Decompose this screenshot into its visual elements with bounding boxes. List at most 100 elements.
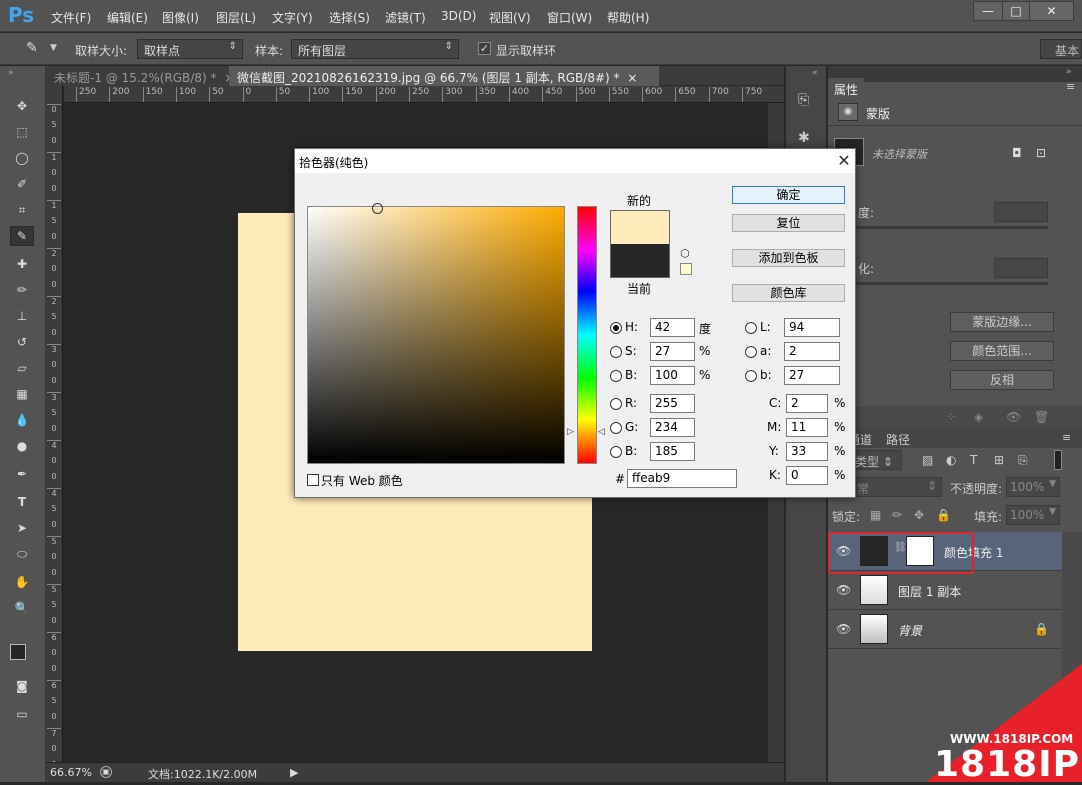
- hue-slider[interactable]: [577, 206, 597, 464]
- color-range-button[interactable]: 颜色范围...: [950, 341, 1054, 361]
- layer-row-copy[interactable]: 👁 图层 1 副本: [828, 571, 1062, 610]
- mask-edge-button[interactable]: 蒙版边缘...: [950, 312, 1054, 332]
- add-to-swatches-button[interactable]: 添加到色板: [732, 249, 845, 267]
- tab-paths[interactable]: 路径: [880, 428, 916, 448]
- history-panel-icon[interactable]: ⎘: [798, 92, 809, 108]
- type-tool-icon[interactable]: T: [10, 492, 34, 512]
- fill-field[interactable]: 100% ▼: [1006, 505, 1060, 525]
- blue-input[interactable]: 185: [650, 442, 695, 461]
- quick-mask-icon[interactable]: ◙: [10, 676, 34, 696]
- menu-image[interactable]: 图像(I): [162, 9, 199, 26]
- apply-mask-icon[interactable]: ◈: [974, 410, 983, 424]
- blur-tool-icon[interactable]: 💧: [10, 410, 34, 430]
- layer-row-background[interactable]: 👁 背景 🔒: [828, 610, 1062, 649]
- invert-button[interactable]: 反相: [950, 370, 1054, 390]
- zoom-tool-icon[interactable]: 🔍: [10, 598, 34, 618]
- current-color-swatch[interactable]: [610, 244, 670, 278]
- feather-field[interactable]: [994, 258, 1048, 278]
- clone-stamp-tool-icon[interactable]: ⊥: [10, 306, 34, 326]
- l-input[interactable]: 94: [784, 318, 840, 337]
- tab-properties[interactable]: 属性: [828, 78, 865, 98]
- g-input[interactable]: 234: [650, 418, 695, 437]
- chevron-down-icon[interactable]: ▼: [50, 43, 57, 53]
- reset-button[interactable]: 复位: [732, 214, 845, 232]
- menu-window[interactable]: 窗口(W): [547, 9, 592, 26]
- status-menu-arrow-icon[interactable]: ▶: [290, 766, 298, 779]
- close-button[interactable]: ✕: [1029, 1, 1074, 21]
- hue-slider-left-arrow-icon[interactable]: ▷: [567, 427, 574, 437]
- layer-filter-select[interactable]: 类型 ⇕: [852, 450, 902, 470]
- web-colors-only-checkbox[interactable]: [307, 474, 319, 486]
- menu-type[interactable]: 文字(Y): [272, 9, 313, 26]
- eyedropper-icon[interactable]: ✎: [26, 40, 38, 56]
- lasso-tool-icon[interactable]: ◯: [10, 148, 34, 168]
- hex-input[interactable]: ffeab9: [627, 469, 737, 488]
- radio-g[interactable]: [610, 422, 622, 434]
- lab-b-input[interactable]: 27: [784, 366, 840, 385]
- h-input[interactable]: 42: [650, 318, 695, 337]
- show-ring-checkbox[interactable]: ✓: [478, 42, 491, 55]
- s-input[interactable]: 27: [650, 342, 695, 361]
- eyedropper-tool-icon[interactable]: ✎: [10, 226, 34, 246]
- menu-layer[interactable]: 图层(L): [216, 9, 256, 26]
- collapse-icon[interactable]: »: [8, 68, 14, 78]
- quick-select-tool-icon[interactable]: ✐: [10, 174, 34, 194]
- pen-tool-icon[interactable]: ✒: [10, 464, 34, 484]
- tab-wechat-screenshot[interactable]: 微信截图_20210826162319.jpg @ 66.7% (图层 1 副本…: [229, 66, 659, 86]
- menu-select[interactable]: 选择(S): [329, 9, 370, 26]
- layer-row-color-fill[interactable]: 👁 ⛓ 颜色填充 1: [828, 532, 1062, 574]
- panel-menu-icon[interactable]: ≡: [1066, 80, 1075, 93]
- workspace-switcher[interactable]: 基本: [1040, 39, 1082, 59]
- menu-help[interactable]: 帮助(H): [607, 9, 649, 26]
- hand-tool-icon[interactable]: ✋: [10, 572, 34, 592]
- screen-mode-icon[interactable]: ▭: [10, 704, 34, 724]
- radio-a[interactable]: [745, 346, 757, 358]
- radio-lab-b[interactable]: [745, 370, 757, 382]
- vector-mask-icon[interactable]: ⊡: [1036, 146, 1046, 160]
- eraser-tool-icon[interactable]: ▱: [10, 358, 34, 378]
- crop-tool-icon[interactable]: ⌗: [10, 200, 34, 220]
- menu-edit[interactable]: 编辑(E): [107, 9, 148, 26]
- zoom-level[interactable]: 66.67%: [50, 766, 92, 779]
- sample-size-select[interactable]: 取样点 ⇕: [137, 39, 243, 59]
- a-input[interactable]: 2: [784, 342, 840, 361]
- info-icon[interactable]: ▣: [100, 766, 112, 778]
- b-input[interactable]: 100: [650, 366, 695, 385]
- gradient-tool-icon[interactable]: ▦: [10, 384, 34, 404]
- lock-transparent-icon[interactable]: ▦: [870, 508, 881, 522]
- menu-view[interactable]: 视图(V): [489, 9, 531, 26]
- radio-s[interactable]: [610, 346, 622, 358]
- move-tool-icon[interactable]: ✥: [10, 96, 34, 116]
- r-input[interactable]: 255: [650, 394, 695, 413]
- menu-file[interactable]: 文件(F): [51, 9, 91, 26]
- tab-close-icon[interactable]: ×: [627, 71, 637, 85]
- healing-brush-tool-icon[interactable]: ✚: [10, 254, 34, 274]
- color-cursor-icon[interactable]: [372, 203, 383, 214]
- menu-filter[interactable]: 滤镜(T): [385, 9, 426, 26]
- tab-untitled-1[interactable]: 未标题-1 @ 15.2%(RGB/8) * ×: [46, 66, 234, 86]
- dodge-tool-icon[interactable]: ●: [10, 436, 34, 456]
- visibility-eye-icon[interactable]: 👁: [836, 622, 851, 636]
- marquee-tool-icon[interactable]: ⬚: [10, 122, 34, 142]
- filter-type-icon[interactable]: T: [970, 453, 977, 467]
- filter-pixel-icon[interactable]: ▨: [922, 453, 933, 467]
- collapse-icon[interactable]: «: [812, 68, 818, 78]
- out-of-gamut-cube-icon[interactable]: ⬡: [680, 247, 690, 260]
- visibility-icon[interactable]: 👁: [1006, 410, 1021, 424]
- radio-h[interactable]: [610, 322, 622, 334]
- saturation-brightness-field[interactable]: [307, 203, 565, 464]
- radio-blue[interactable]: [610, 446, 622, 458]
- restore-button[interactable]: □: [1002, 1, 1030, 21]
- ok-button[interactable]: 确定: [732, 186, 845, 204]
- radio-l[interactable]: [745, 322, 757, 334]
- delete-mask-icon[interactable]: 🗑: [1034, 410, 1049, 424]
- lock-position-icon[interactable]: ✥: [914, 508, 924, 522]
- brush-tool-icon[interactable]: ✏: [10, 280, 34, 300]
- layer-name[interactable]: 图层 1 副本: [898, 583, 961, 600]
- k-input[interactable]: 0: [786, 466, 828, 485]
- m-input[interactable]: 11: [786, 418, 828, 437]
- dialog-close-icon[interactable]: ✕: [835, 151, 853, 171]
- collapse-icon[interactable]: »: [1066, 67, 1072, 77]
- density-field[interactable]: [994, 202, 1048, 222]
- shape-tool-icon[interactable]: ⬭: [10, 544, 34, 564]
